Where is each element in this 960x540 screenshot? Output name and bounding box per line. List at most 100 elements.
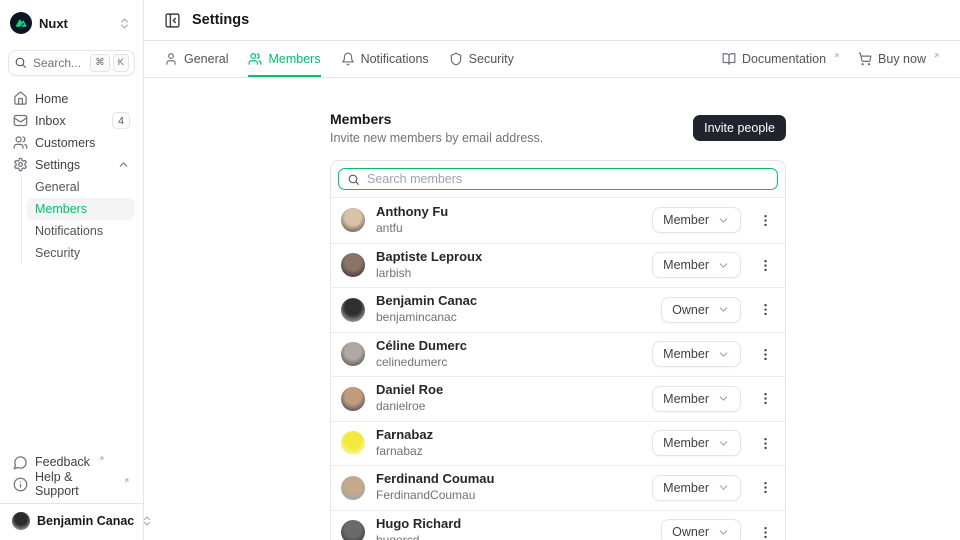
sidebar-item-settings[interactable]: Settings [8,154,135,176]
member-role-value: Member [663,213,709,227]
workspace-name: Nuxt [39,16,68,31]
chevron-down-icon [717,303,730,316]
user-icon [164,52,178,66]
page-title: Settings [192,12,249,28]
workspace-switcher[interactable]: Nuxt [8,10,135,36]
link-label: Documentation [742,52,826,66]
member-name: Benjamin Canac [376,294,477,309]
sidebar-item-customers[interactable]: Customers [8,132,135,154]
member-role-select[interactable]: Member [652,207,741,233]
member-row: Hugo Richard hugorcd Owner [331,510,785,540]
member-menu-button[interactable] [756,389,775,408]
nuxt-logo-icon [10,12,32,34]
sidebar-item-label: Feedback [35,455,90,469]
member-username: celinedumerc [376,356,467,370]
member-role-value: Member [663,392,709,406]
members-title: Members [330,111,543,127]
member-role-select[interactable]: Owner [661,519,741,540]
external-link-icon [123,477,130,484]
member-name: Anthony Fu [376,205,448,220]
member-role-select[interactable]: Member [652,386,741,412]
member-menu-button[interactable] [756,256,775,275]
member-menu-button[interactable] [756,434,775,453]
member-avatar [341,431,365,455]
shield-icon [449,52,463,66]
tab-security[interactable]: Security [449,41,514,77]
member-role-select[interactable]: Member [652,430,741,456]
tab-notifications[interactable]: Notifications [341,41,429,77]
member-role-select[interactable]: Member [652,252,741,278]
documentation-link[interactable]: Documentation [722,52,840,66]
member-row: Baptiste Leproux larbish Member [331,243,785,288]
member-info: Baptiste Leproux larbish [376,250,482,281]
member-row: Farnabaz farnabaz Member [331,421,785,466]
members-search-input[interactable] [367,172,769,186]
sidebar-item-security[interactable]: Security [27,242,135,264]
member-row: Ferdinand Coumau FerdinandCoumau Member [331,465,785,510]
member-name: Farnabaz [376,428,433,443]
member-username: hugorcd [376,534,461,540]
member-role-value: Member [663,436,709,450]
bell-icon [341,52,355,66]
buy-now-link[interactable]: Buy now [858,52,940,66]
users-icon [13,135,28,150]
sidebar-item-home[interactable]: Home [8,88,135,110]
user-name: Benjamin Canac [37,514,134,528]
external-link-icon [933,52,940,59]
tab-label: Security [469,52,514,66]
chevron-down-icon [717,392,730,405]
sidebar-item-general[interactable]: General [27,176,135,198]
sidebar-nav: Home Inbox 4 Customers Settings [8,88,135,264]
member-menu-button[interactable] [756,523,775,540]
member-row: Benjamin Canac benjamincanac Owner [331,287,785,332]
member-menu-button[interactable] [756,345,775,364]
member-info: Céline Dumerc celinedumerc [376,339,467,370]
member-name: Baptiste Leproux [376,250,482,265]
collapse-sidebar-icon[interactable] [164,12,181,29]
member-menu-button[interactable] [756,300,775,319]
member-role-value: Member [663,258,709,272]
invite-people-button[interactable]: Invite people [693,115,786,141]
chevron-down-icon [717,259,730,272]
tab-members[interactable]: Members [248,41,320,77]
member-role-select[interactable]: Member [652,475,741,501]
members-list: Anthony Fu antfu Member Baptiste Leproux… [331,198,785,540]
sidebar-search-placeholder: Search... [33,56,81,70]
member-avatar [341,476,365,500]
sidebar-item-help-support[interactable]: Help & Support [8,473,135,495]
member-avatar [341,298,365,322]
chevron-down-icon [717,526,730,539]
member-role-select[interactable]: Member [652,341,741,367]
sidebar-item-notifications[interactable]: Notifications [27,220,135,242]
sidebar: Nuxt Search... ⌘ K Home [0,0,144,540]
sidebar-item-label: Home [35,92,68,106]
chevron-down-icon [717,348,730,361]
user-menu-button[interactable]: Benjamin Canac [8,504,135,530]
member-row: Daniel Roe danielroe Member [331,376,785,421]
search-shortcut: ⌘ K [90,54,129,72]
member-menu-button[interactable] [756,211,775,230]
member-avatar [341,520,365,540]
member-name: Céline Dumerc [376,339,467,354]
sidebar-item-label: Customers [35,136,95,150]
member-name: Hugo Richard [376,517,461,532]
member-info: Benjamin Canac benjamincanac [376,294,477,325]
member-info: Farnabaz farnabaz [376,428,433,459]
member-role-select[interactable]: Owner [661,297,741,323]
settings-sub-nav: General Members Notifications Security [21,176,135,264]
member-menu-button[interactable] [756,478,775,497]
external-link-icon [98,455,105,462]
sidebar-item-inbox[interactable]: Inbox 4 [8,110,135,132]
sidebar-search-button[interactable]: Search... ⌘ K [8,50,135,76]
tab-general[interactable]: General [164,41,228,77]
members-section-header: Members Invite new members by email addr… [330,111,786,145]
info-icon [13,477,28,492]
app-window: Nuxt Search... ⌘ K Home [0,0,960,540]
sidebar-item-label: Inbox [35,114,66,128]
search-icon [347,173,360,186]
members-description: Invite new members by email address. [330,131,543,145]
sidebar-item-members[interactable]: Members [27,198,135,220]
avatar [12,512,30,530]
member-avatar [341,342,365,366]
chevron-down-icon [717,437,730,450]
